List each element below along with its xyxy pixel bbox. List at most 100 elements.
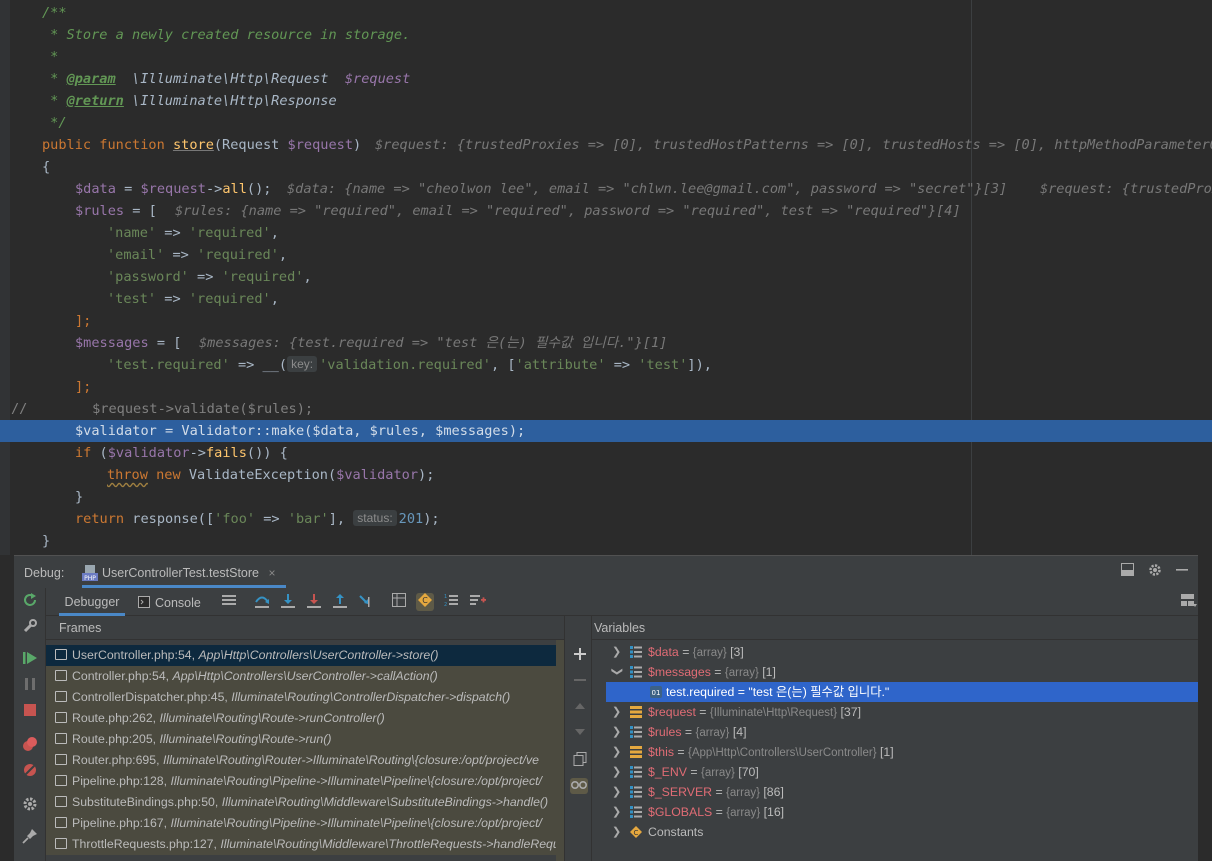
code-text: { xyxy=(42,159,51,175)
current-execution-line[interactable]: $validator = Validator::make($data, $rul… xyxy=(0,420,1212,442)
variable-row[interactable]: ❯ $request = {Illuminate\Http\Request} [… xyxy=(592,702,1198,722)
move-up-icon[interactable] xyxy=(572,700,588,716)
tab-label: Console xyxy=(155,596,201,610)
svg-text:PHP: PHP xyxy=(84,575,96,581)
rerun-icon[interactable] xyxy=(22,592,38,608)
show-execution-point-icon[interactable] xyxy=(220,593,238,611)
chevron-right-icon[interactable]: ❯ xyxy=(612,782,622,802)
force-step-into-icon[interactable] xyxy=(305,593,323,611)
variable-row[interactable]: ❯ $messages = {array} [1] xyxy=(592,662,1198,682)
variable-row[interactable]: ❯ $_SERVER = {array} [86] xyxy=(592,782,1198,802)
svg-text:1: 1 xyxy=(444,594,447,600)
frame-icon xyxy=(55,754,67,765)
inline-debug-value[interactable]: $data: {name => "cheolwon lee", email =>… xyxy=(287,178,1212,200)
variable-row[interactable]: ❯ $_ENV = {array} [70] xyxy=(592,762,1198,782)
chevron-right-icon[interactable]: ❯ xyxy=(612,762,622,782)
code-text: } xyxy=(42,533,51,549)
chevron-right-icon[interactable]: ❯ xyxy=(612,822,622,842)
step-into-icon[interactable] xyxy=(279,593,297,611)
tab-debugger[interactable]: Debugger xyxy=(59,592,125,616)
evaluate-icon[interactable] xyxy=(390,593,408,611)
code-text: => xyxy=(255,511,288,527)
code-text: => xyxy=(156,291,189,307)
chevron-right-icon[interactable]: ❯ xyxy=(612,802,622,822)
close-icon[interactable]: × xyxy=(269,566,276,580)
variable-row[interactable]: ❯ $GLOBALS = {array} [16] xyxy=(592,802,1198,822)
commented-code: $request->validate($rules); xyxy=(43,401,314,417)
pause-icon[interactable] xyxy=(22,676,38,692)
variable-row[interactable]: ❯ $this = {App\Http\Controllers\UserCont… xyxy=(592,742,1198,762)
frame-row[interactable]: Pipeline.php:167, Illuminate\Routing\Pip… xyxy=(46,813,564,834)
pin-icon[interactable] xyxy=(22,828,38,844)
copy-icon[interactable] xyxy=(572,752,588,768)
break-on-exception-icon[interactable]: C xyxy=(416,593,434,611)
frame-row[interactable]: UserController.php:54, App\Http\Controll… xyxy=(46,645,564,666)
code-line: // $request->validate($rules); xyxy=(0,398,1212,420)
keyword: new xyxy=(147,467,189,483)
chevron-down-icon[interactable]: ❯ xyxy=(607,667,627,677)
step-over-icon[interactable] xyxy=(253,593,271,611)
frame-row[interactable]: Router.php:695, Illuminate\Routing\Route… xyxy=(46,750,564,771)
layout-icon[interactable] xyxy=(1121,563,1134,581)
frame-row[interactable]: Controller.php:54, App\Http\Controllers\… xyxy=(46,666,564,687)
chevron-right-icon[interactable]: ❯ xyxy=(612,642,622,662)
debug-title-bar: Debug: PHP UserControllerTest.testStore … xyxy=(14,556,1198,588)
string-literal: 'foo' xyxy=(214,511,256,527)
view-breakpoints-icon[interactable] xyxy=(22,736,38,752)
mute-breakpoints-icon[interactable] xyxy=(22,762,38,778)
chevron-right-icon[interactable]: ❯ xyxy=(612,702,622,722)
variable: $validator xyxy=(75,423,157,439)
run-to-cursor-icon[interactable] xyxy=(357,593,375,611)
variable-row-selected[interactable]: 01 test.required = "test 은(는) 필수값 입니다." xyxy=(606,682,1198,702)
chevron-right-icon[interactable]: ❯ xyxy=(612,722,622,742)
chevron-right-icon[interactable]: ❯ xyxy=(612,742,622,762)
variable-row[interactable]: ❯ $rules = {array} [4] xyxy=(592,722,1198,742)
svg-text:01: 01 xyxy=(652,689,661,697)
resume-icon[interactable] xyxy=(22,650,38,666)
array-icon xyxy=(630,806,642,818)
move-down-icon[interactable] xyxy=(572,726,588,742)
code-text: ); xyxy=(423,511,440,527)
variable-name: $_SERVER xyxy=(648,785,713,799)
layout-settings-icon[interactable] xyxy=(1180,593,1198,611)
inline-debug-value[interactable]: $messages: {test.required => "test 은(는) … xyxy=(199,332,667,354)
minimize-icon[interactable] xyxy=(1176,563,1188,581)
variable-row[interactable]: ❯ C Constants xyxy=(592,822,1198,842)
stop-icon[interactable] xyxy=(22,702,38,718)
code-line: * @return \Illuminate\Http\Response xyxy=(0,90,1212,112)
variable-row[interactable]: ❯ $data = {array} [3] xyxy=(592,642,1198,662)
doc-return-tag: @return xyxy=(66,93,124,109)
code-editor[interactable]: /** * Store a newly created resource in … xyxy=(0,0,1212,555)
code-text: , xyxy=(418,423,436,439)
frame-row[interactable]: Route.php:262, Illuminate\Routing\Route-… xyxy=(46,708,564,729)
doc-comment-text: * xyxy=(42,49,59,65)
code-text: , [ xyxy=(490,357,516,373)
doc-comment-text: * xyxy=(42,71,67,87)
frame-method: Illuminate\Routing\Route->runController(… xyxy=(159,711,385,725)
variable-name: $request xyxy=(648,705,696,719)
frame-row[interactable]: SubstituteBindings.php:50, Illuminate\Ro… xyxy=(46,792,564,813)
frame-row[interactable]: Route.php:205, Illuminate\Routing\Route-… xyxy=(46,729,564,750)
settings-icon[interactable] xyxy=(1148,563,1162,581)
code-line: 'name' => 'required', xyxy=(0,222,1212,244)
gear-icon[interactable] xyxy=(22,796,38,812)
frames-scrollbar[interactable] xyxy=(556,640,564,861)
code-text: => xyxy=(188,269,222,285)
add-to-watches-icon[interactable] xyxy=(469,593,487,611)
inline-debug-value[interactable]: $request: {trustedProxies => [0], truste… xyxy=(375,134,1212,156)
variables-header: Variables xyxy=(592,616,1198,640)
frame-row[interactable]: Pipeline.php:128, Illuminate\Routing\Pip… xyxy=(46,771,564,792)
inline-debug-value[interactable]: $rules: {name => "required", email => "r… xyxy=(175,200,961,222)
frame-row[interactable]: ThrottleRequests.php:127, Illuminate\Rou… xyxy=(46,834,564,855)
debug-session-tab[interactable]: PHP UserControllerTest.testStore × xyxy=(82,560,286,588)
frame-row[interactable]: ControllerDispatcher.php:45, Illuminate\… xyxy=(46,687,564,708)
tab-console[interactable]: Console xyxy=(138,592,201,616)
show-watches-icon[interactable] xyxy=(570,778,588,794)
add-watch-icon[interactable] xyxy=(572,648,588,664)
code-line: { xyxy=(0,156,1212,178)
frames-list-icon[interactable]: 12 xyxy=(442,593,460,611)
variable-type: {array} xyxy=(726,807,761,819)
step-out-icon[interactable] xyxy=(331,593,349,611)
remove-watch-icon[interactable] xyxy=(572,674,588,690)
wrench-icon[interactable] xyxy=(22,618,38,634)
